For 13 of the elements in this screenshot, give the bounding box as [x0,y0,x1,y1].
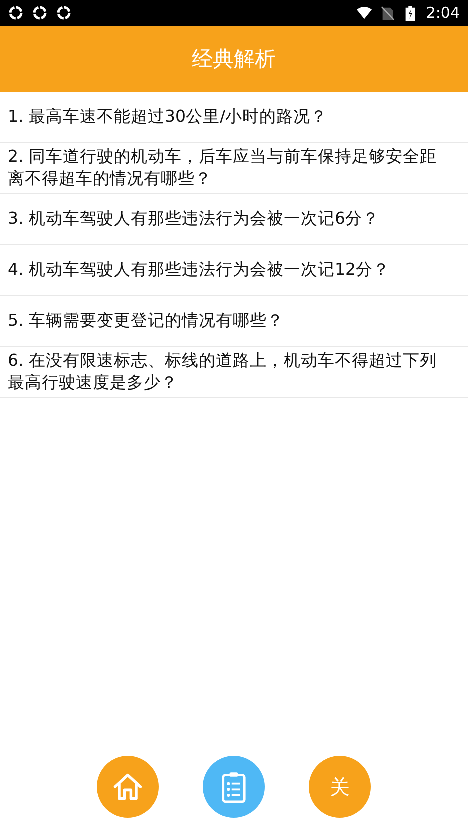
question-item[interactable]: 4. 机动车驾驶人有那些违法行为会被一次记12分？ [0,245,468,296]
no-sim-icon [380,6,396,20]
question-item[interactable]: 2. 同车道行驶的机动车，后车应当与前车保持足够安全距离不得超车的情况有哪些？ [0,143,468,194]
question-item[interactable]: 5. 车辆需要变更登记的情况有哪些？ [0,296,468,347]
sync-icon [8,5,24,21]
clock: 2:04 [426,4,460,22]
question-item[interactable]: 3. 机动车驾驶人有那些违法行为会被一次记6分？ [0,194,468,245]
question-item[interactable]: 6. 在没有限速标志、标线的道路上，机动车不得超过下列最高行驶速度是多少？ [0,347,468,398]
sync-icon [32,5,48,21]
question-item[interactable]: 1. 最高车速不能超过30公里/小时的路况？ [0,92,468,143]
page-title: 经典解析 [192,46,276,73]
sync-icon [56,5,72,21]
wifi-icon [357,6,372,20]
